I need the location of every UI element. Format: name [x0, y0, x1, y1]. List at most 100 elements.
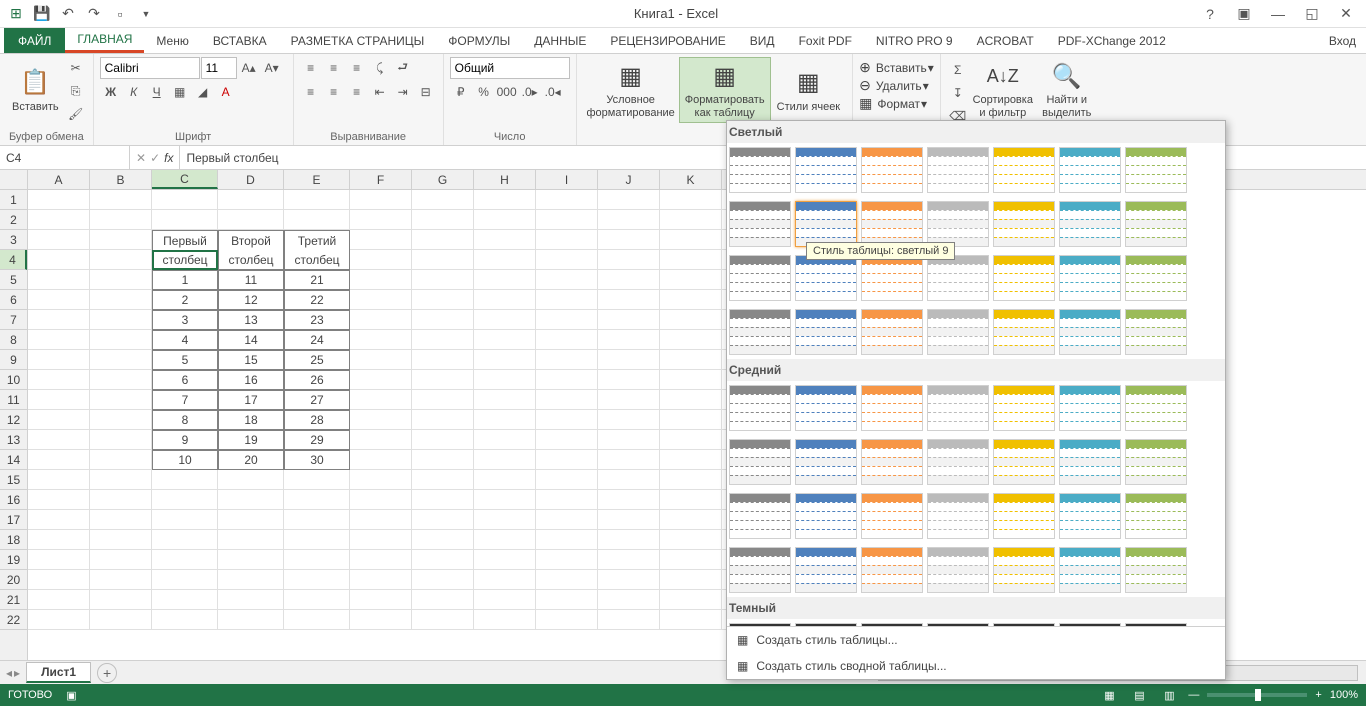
find-select-button[interactable]: 🔍 Найти и выделить	[1037, 57, 1097, 123]
underline-button[interactable]: Ч	[146, 81, 168, 103]
cell-K17[interactable]	[660, 510, 722, 530]
table-style-swatch[interactable]	[861, 201, 923, 247]
cell-G16[interactable]	[412, 490, 474, 510]
cell-A2[interactable]	[28, 210, 90, 230]
table-style-swatch[interactable]	[795, 147, 857, 193]
font-color-icon[interactable]: A	[215, 81, 237, 103]
wrap-text-icon[interactable]: ⮐	[392, 57, 414, 79]
table-style-swatch[interactable]	[993, 623, 1055, 626]
cell-G3[interactable]	[412, 230, 474, 250]
cell-K16[interactable]	[660, 490, 722, 510]
cell-F21[interactable]	[350, 590, 412, 610]
table-style-swatch[interactable]	[795, 309, 857, 355]
cell-J1[interactable]	[598, 190, 660, 210]
cell-A11[interactable]	[28, 390, 90, 410]
cell-I15[interactable]	[536, 470, 598, 490]
table-style-swatch[interactable]	[993, 385, 1055, 431]
normal-view-icon[interactable]: ▦	[1098, 686, 1120, 704]
cell-J20[interactable]	[598, 570, 660, 590]
row-header-10[interactable]: 10	[0, 370, 27, 390]
sheet-prev-icon[interactable]: ◂	[6, 666, 12, 680]
cell-K20[interactable]	[660, 570, 722, 590]
tab-формулы[interactable]: ФОРМУЛЫ	[436, 28, 522, 53]
cell-A8[interactable]	[28, 330, 90, 350]
table-style-swatch[interactable]	[1059, 439, 1121, 485]
cell-C13[interactable]: 9	[152, 430, 218, 450]
cell-H13[interactable]	[474, 430, 536, 450]
cell-G8[interactable]	[412, 330, 474, 350]
currency-icon[interactable]: ₽	[450, 81, 472, 103]
col-header-J[interactable]: J	[598, 170, 660, 189]
cell-G20[interactable]	[412, 570, 474, 590]
cell-D15[interactable]	[218, 470, 284, 490]
cell-J11[interactable]	[598, 390, 660, 410]
cell-C8[interactable]: 4	[152, 330, 218, 350]
cell-E3[interactable]: Третий	[284, 230, 350, 250]
cell-D17[interactable]	[218, 510, 284, 530]
cell-J18[interactable]	[598, 530, 660, 550]
cell-C21[interactable]	[152, 590, 218, 610]
sheet-next-icon[interactable]: ▸	[14, 666, 20, 680]
table-style-swatch[interactable]	[861, 547, 923, 593]
cell-C4[interactable]: столбец	[152, 250, 218, 270]
table-style-swatch[interactable]	[993, 147, 1055, 193]
tab-nitro-pro-9[interactable]: NITRO PRO 9	[864, 28, 965, 53]
cell-I2[interactable]	[536, 210, 598, 230]
cell-F10[interactable]	[350, 370, 412, 390]
table-style-swatch[interactable]	[861, 493, 923, 539]
table-style-swatch[interactable]	[927, 255, 989, 301]
cell-J14[interactable]	[598, 450, 660, 470]
cell-C20[interactable]	[152, 570, 218, 590]
tab-acrobat[interactable]: ACROBAT	[965, 28, 1046, 53]
table-style-swatch[interactable]	[927, 547, 989, 593]
cell-G19[interactable]	[412, 550, 474, 570]
cell-F3[interactable]	[350, 230, 412, 250]
cell-J7[interactable]	[598, 310, 660, 330]
cell-D19[interactable]	[218, 550, 284, 570]
cell-H20[interactable]	[474, 570, 536, 590]
cell-E15[interactable]	[284, 470, 350, 490]
table-style-swatch[interactable]	[1125, 255, 1187, 301]
cell-H10[interactable]	[474, 370, 536, 390]
cell-J8[interactable]	[598, 330, 660, 350]
cell-H12[interactable]	[474, 410, 536, 430]
cell-I9[interactable]	[536, 350, 598, 370]
cell-B15[interactable]	[90, 470, 152, 490]
cell-D20[interactable]	[218, 570, 284, 590]
cell-H14[interactable]	[474, 450, 536, 470]
cell-G17[interactable]	[412, 510, 474, 530]
cell-E16[interactable]	[284, 490, 350, 510]
copy-icon[interactable]: ⎘	[65, 80, 87, 102]
cell-I4[interactable]	[536, 250, 598, 270]
cell-F1[interactable]	[350, 190, 412, 210]
tab-вид[interactable]: ВИД	[738, 28, 787, 53]
cell-E7[interactable]: 23	[284, 310, 350, 330]
cell-K7[interactable]	[660, 310, 722, 330]
cell-F15[interactable]	[350, 470, 412, 490]
table-style-swatch[interactable]	[993, 255, 1055, 301]
increase-font-icon[interactable]: A▴	[238, 57, 260, 79]
cell-A3[interactable]	[28, 230, 90, 250]
cell-H21[interactable]	[474, 590, 536, 610]
table-style-swatch[interactable]	[993, 493, 1055, 539]
percent-icon[interactable]: %	[473, 81, 495, 103]
cell-C1[interactable]	[152, 190, 218, 210]
cell-H18[interactable]	[474, 530, 536, 550]
cell-E12[interactable]: 28	[284, 410, 350, 430]
table-style-swatch[interactable]	[729, 255, 791, 301]
cell-B9[interactable]	[90, 350, 152, 370]
cell-K13[interactable]	[660, 430, 722, 450]
row-header-2[interactable]: 2	[0, 210, 27, 230]
cell-A13[interactable]	[28, 430, 90, 450]
cell-C3[interactable]: Первый	[152, 230, 218, 250]
table-style-swatch[interactable]	[795, 547, 857, 593]
borders-icon[interactable]: ▦	[169, 81, 191, 103]
cell-E5[interactable]: 21	[284, 270, 350, 290]
cell-B14[interactable]	[90, 450, 152, 470]
align-center-icon[interactable]: ≡	[323, 81, 345, 103]
table-style-swatch[interactable]	[1125, 201, 1187, 247]
new-icon[interactable]: ▫	[108, 3, 132, 25]
cell-A20[interactable]	[28, 570, 90, 590]
cell-J5[interactable]	[598, 270, 660, 290]
cell-J4[interactable]	[598, 250, 660, 270]
